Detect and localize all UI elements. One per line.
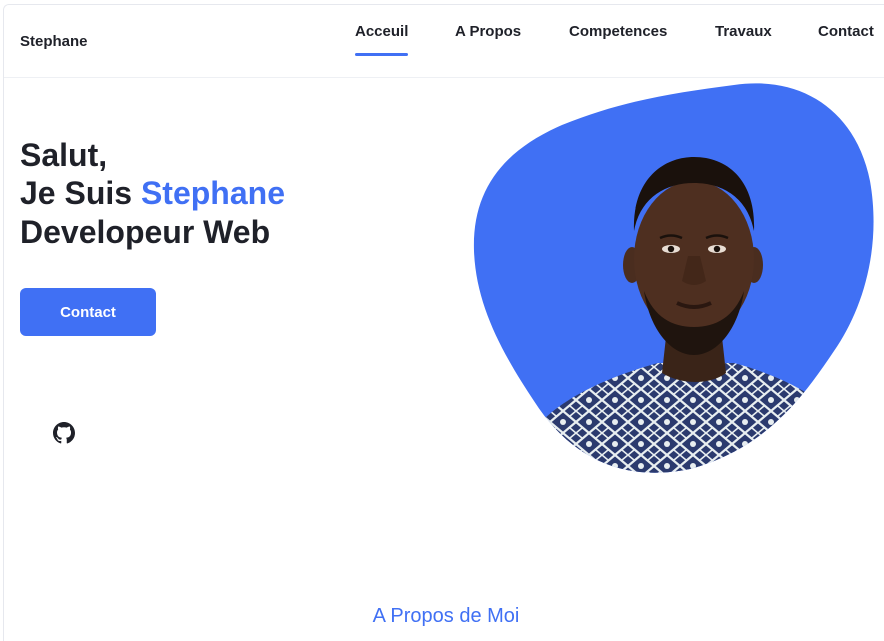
hero-intro: Je Suis Stephane bbox=[20, 174, 285, 212]
active-nav-indicator bbox=[355, 53, 409, 56]
nav-item-label: Competences bbox=[569, 23, 668, 40]
nav-item-a-propos[interactable]: A Propos bbox=[455, 23, 521, 40]
contact-button-label: Contact bbox=[60, 303, 116, 321]
hero-role: Developeur Web bbox=[20, 214, 271, 250]
nav-item-travaux[interactable]: Travaux bbox=[715, 23, 772, 40]
hero-intro-prefix: Je Suis bbox=[20, 175, 141, 211]
nav-item-contact[interactable]: Contact bbox=[818, 23, 874, 40]
nav-item-label: Contact bbox=[818, 23, 874, 40]
github-icon[interactable] bbox=[53, 422, 75, 444]
about-section-title: A Propos de Moi bbox=[372, 605, 520, 627]
hero-name: Stephane bbox=[140, 175, 285, 211]
contact-button[interactable]: Contact bbox=[20, 288, 156, 336]
main-nav: Acceuil A Propos Competences Travaux Con… bbox=[4, 23, 884, 63]
page-frame: Stephane Acceuil A Propos Competences Tr… bbox=[3, 4, 884, 641]
nav-item-label: A Propos bbox=[455, 23, 522, 40]
profile-photo bbox=[473, 83, 874, 473]
nav-item-label: Travaux bbox=[715, 23, 772, 40]
nav-item-acceuil[interactable]: Acceuil bbox=[355, 23, 409, 56]
hero-greeting: Salut, bbox=[20, 137, 108, 173]
nav-item-label: Acceuil bbox=[355, 23, 409, 40]
site-header: Stephane Acceuil A Propos Competences Tr… bbox=[4, 5, 884, 78]
nav-item-competences[interactable]: Competences bbox=[569, 23, 667, 40]
